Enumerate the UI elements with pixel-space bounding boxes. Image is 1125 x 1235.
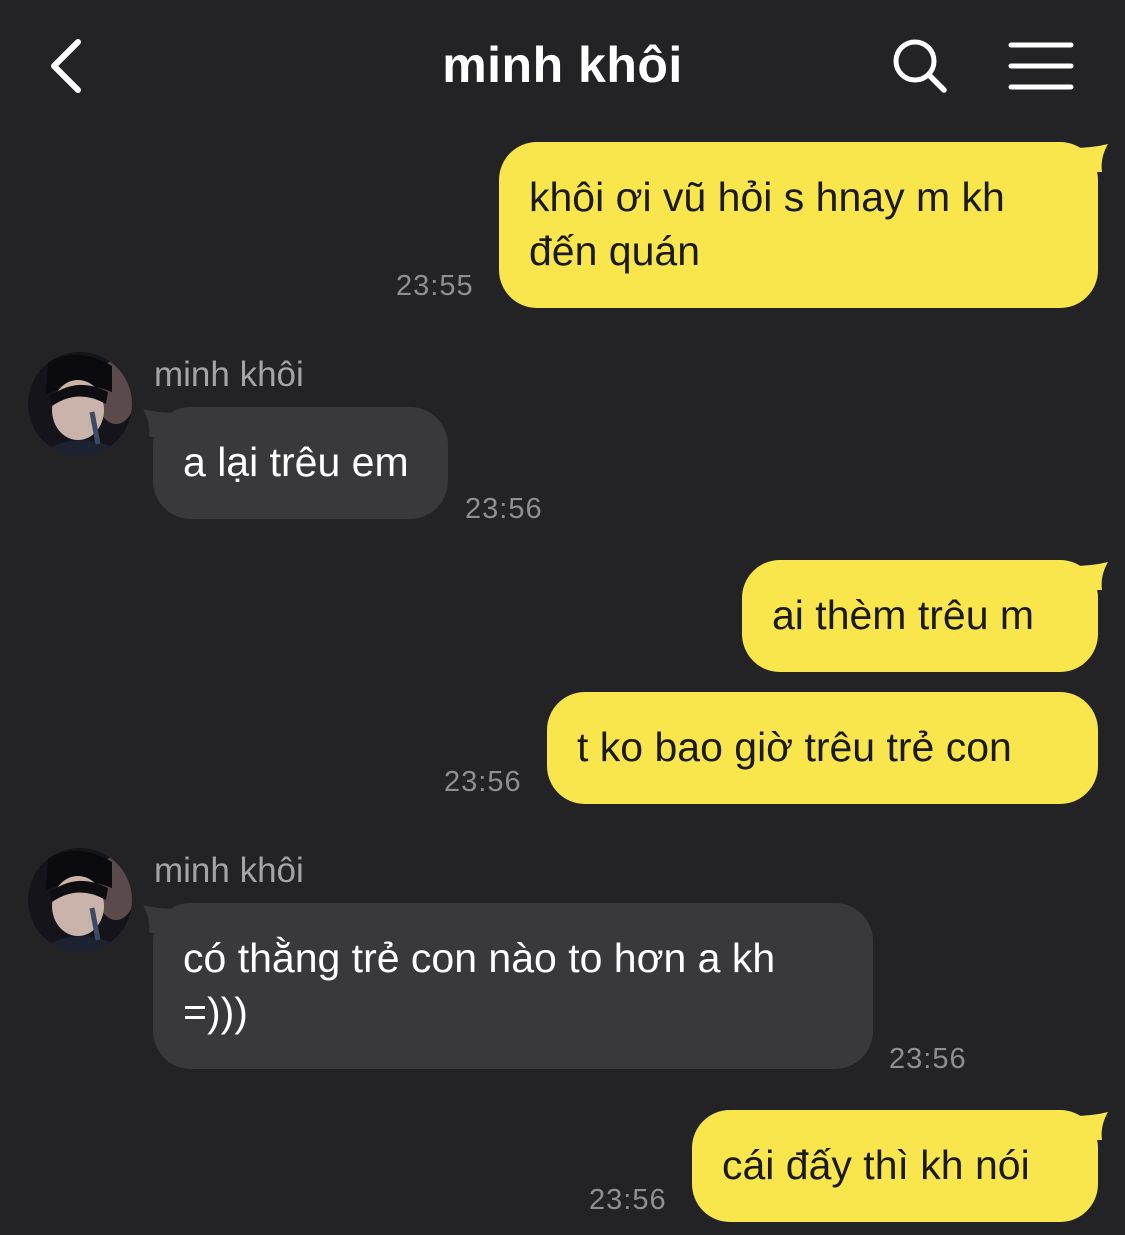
avatar[interactable] xyxy=(28,352,132,456)
chat-header: minh khôi xyxy=(0,0,1125,130)
message-bubble[interactable]: khôi ơi vũ hỏi s hnay m kh đến quán xyxy=(499,142,1098,308)
chat-title: minh khôi xyxy=(442,37,683,93)
hamburger-menu-icon xyxy=(1008,42,1074,90)
sender-name: minh khôi xyxy=(154,355,304,394)
message-timestamp: 23:56 xyxy=(889,1043,967,1075)
search-icon xyxy=(893,39,947,93)
message-timestamp: 23:55 xyxy=(396,270,474,302)
message-timestamp: 23:56 xyxy=(465,493,543,525)
avatar-photo xyxy=(28,848,132,952)
message-bubble[interactable]: ai thèm trêu m xyxy=(742,560,1098,672)
message-bubble[interactable]: a lại trêu em xyxy=(153,407,448,519)
message-bubble[interactable]: t ko bao giờ trêu trẻ con xyxy=(547,692,1098,804)
search-button[interactable] xyxy=(890,36,950,96)
menu-button[interactable] xyxy=(1008,40,1074,92)
message-timestamp: 23:56 xyxy=(589,1184,667,1216)
message-bubble[interactable]: có thằng trẻ con nào to hơn a kh =))) xyxy=(153,903,873,1069)
message-timestamp: 23:56 xyxy=(444,766,522,798)
message-bubble[interactable]: cái đấy thì kh nói xyxy=(692,1110,1098,1222)
avatar-photo xyxy=(28,352,132,456)
avatar[interactable] xyxy=(28,848,132,952)
sender-name: minh khôi xyxy=(154,851,304,890)
